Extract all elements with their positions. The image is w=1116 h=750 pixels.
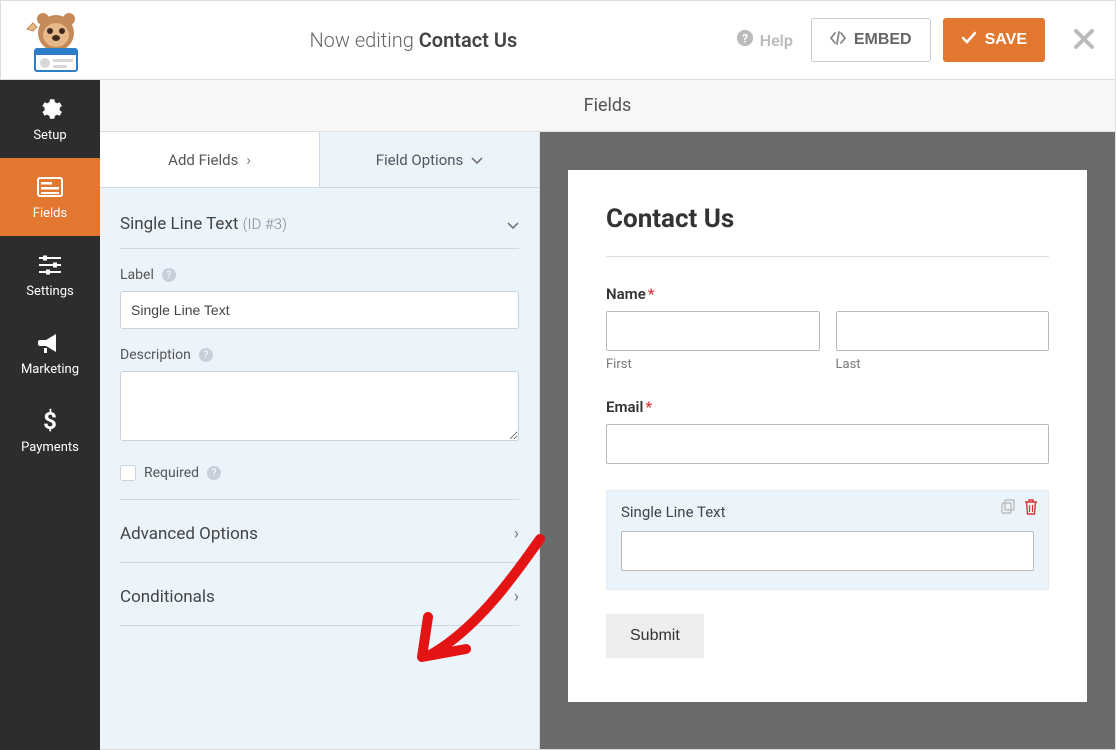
- advanced-label: Advanced Options: [120, 524, 258, 544]
- help-link[interactable]: ? Help: [736, 29, 793, 51]
- bullhorn-icon: [37, 330, 63, 356]
- nav-settings-label: Settings: [26, 284, 73, 299]
- workspace: Fields Add Fields › Field Options: [100, 80, 1116, 750]
- description-label: Description ?: [120, 347, 519, 363]
- leftnav: Setup Fields Settings Marketing $ Paymen…: [0, 80, 100, 750]
- embed-button[interactable]: EMBED: [811, 18, 931, 62]
- workspace-header: Fields: [100, 80, 1115, 132]
- sliders-icon: [37, 252, 63, 278]
- required-row: Required ?: [120, 465, 519, 481]
- required-label: Required: [144, 465, 199, 481]
- nav-settings[interactable]: Settings: [0, 236, 100, 314]
- email-label: Email*: [606, 398, 1049, 416]
- label-input[interactable]: [120, 291, 519, 329]
- nav-payments-label: Payments: [21, 440, 79, 455]
- save-button[interactable]: SAVE: [943, 18, 1045, 62]
- help-icon[interactable]: ?: [207, 466, 221, 480]
- first-sublabel: First: [606, 357, 820, 372]
- slt-label: Single Line Text: [621, 503, 1034, 521]
- tab-add-label: Add Fields: [168, 151, 238, 169]
- preview-area: Contact Us Name* First: [540, 132, 1115, 749]
- name-label: Name*: [606, 285, 1049, 303]
- advanced-options-row[interactable]: Advanced Options ›: [120, 500, 519, 563]
- main: Setup Fields Settings Marketing $ Paymen…: [0, 80, 1116, 750]
- form-title: Contact Us: [606, 204, 1049, 234]
- conditionals-label: Conditionals: [120, 587, 215, 607]
- save-label: SAVE: [985, 31, 1027, 49]
- label-label: Label ?: [120, 267, 519, 283]
- email-input[interactable]: [606, 424, 1049, 464]
- help-icon: ?: [736, 29, 754, 51]
- chevron-down-icon: [507, 215, 519, 234]
- nav-payments[interactable]: $ Payments: [0, 392, 100, 470]
- close-button[interactable]: [1073, 24, 1095, 57]
- chevron-right-icon: ›: [514, 524, 519, 544]
- dollar-icon: $: [37, 408, 63, 434]
- editing-label: Now editing Contact Us: [91, 28, 736, 52]
- conditionals-row[interactable]: Conditionals ›: [120, 563, 519, 626]
- check-icon: [961, 31, 977, 50]
- label-text: Label: [120, 267, 154, 283]
- form-preview: Contact Us Name* First: [568, 170, 1087, 702]
- name-inputs: First Last: [606, 311, 1049, 372]
- first-name-input[interactable]: [606, 311, 820, 351]
- svg-text:?: ?: [742, 32, 748, 46]
- help-text: Help: [760, 31, 793, 50]
- code-icon: [830, 31, 846, 50]
- chevron-right-icon: ›: [514, 587, 519, 607]
- divider: [606, 256, 1049, 257]
- gear-icon: [37, 96, 63, 122]
- description-row: Description ?: [120, 347, 519, 445]
- editing-formname: Contact Us: [419, 28, 518, 52]
- slt-input[interactable]: [621, 531, 1034, 571]
- field-tools: [1000, 499, 1038, 519]
- required-asterisk: *: [648, 285, 655, 303]
- tab-options-label: Field Options: [376, 151, 464, 169]
- svg-text:$: $: [43, 408, 57, 434]
- editing-prefix: Now editing: [309, 28, 418, 52]
- required-asterisk: *: [645, 398, 652, 416]
- nav-setup[interactable]: Setup: [0, 80, 100, 158]
- help-icon[interactable]: ?: [199, 348, 213, 362]
- nav-setup-label: Setup: [33, 128, 66, 143]
- field-section-title: Single Line Text (ID #3): [120, 214, 287, 234]
- duplicate-icon[interactable]: [1000, 499, 1016, 519]
- nav-fields-label: Fields: [33, 206, 67, 221]
- nav-marketing-label: Marketing: [21, 362, 79, 377]
- panel-body: Single Line Text (ID #3) Label ?: [100, 188, 539, 646]
- selected-field[interactable]: Single Line Text: [606, 490, 1049, 590]
- chevron-right-icon: ›: [246, 151, 251, 169]
- nav-marketing[interactable]: Marketing: [0, 314, 100, 392]
- name-text: Name: [606, 285, 646, 303]
- topbar: Now editing Contact Us ? Help EMBED SAVE: [0, 0, 1116, 80]
- submit-button[interactable]: Submit: [606, 614, 704, 658]
- chevron-down-icon: [471, 151, 483, 169]
- workspace-title: Fields: [584, 95, 632, 116]
- field-section-header[interactable]: Single Line Text (ID #3): [120, 188, 519, 249]
- label-row: Label ?: [120, 267, 519, 329]
- embed-label: EMBED: [854, 31, 912, 49]
- nav-fields[interactable]: Fields: [0, 158, 100, 236]
- last-sublabel: Last: [836, 357, 1050, 372]
- trash-icon[interactable]: [1024, 499, 1038, 519]
- description-text: Description: [120, 347, 191, 363]
- tab-field-options[interactable]: Field Options: [320, 132, 539, 188]
- field-id-label: (ID #3): [243, 215, 287, 233]
- tab-add-fields[interactable]: Add Fields ›: [100, 132, 320, 188]
- required-checkbox[interactable]: [120, 465, 136, 481]
- description-input[interactable]: [120, 371, 519, 441]
- email-text: Email: [606, 398, 643, 416]
- close-icon: [1073, 28, 1095, 50]
- field-type-label: Single Line Text: [120, 214, 238, 234]
- panel-tabs: Add Fields › Field Options: [100, 132, 539, 188]
- last-name-input[interactable]: [836, 311, 1050, 351]
- options-panel: Add Fields › Field Options Single Line T…: [100, 132, 540, 749]
- workspace-split: Add Fields › Field Options Single Line T…: [100, 132, 1115, 749]
- name-field[interactable]: Name* First Last: [606, 285, 1049, 372]
- app-logo: [21, 5, 91, 75]
- form-icon: [37, 174, 63, 200]
- help-icon[interactable]: ?: [162, 268, 176, 282]
- email-field[interactable]: Email*: [606, 398, 1049, 464]
